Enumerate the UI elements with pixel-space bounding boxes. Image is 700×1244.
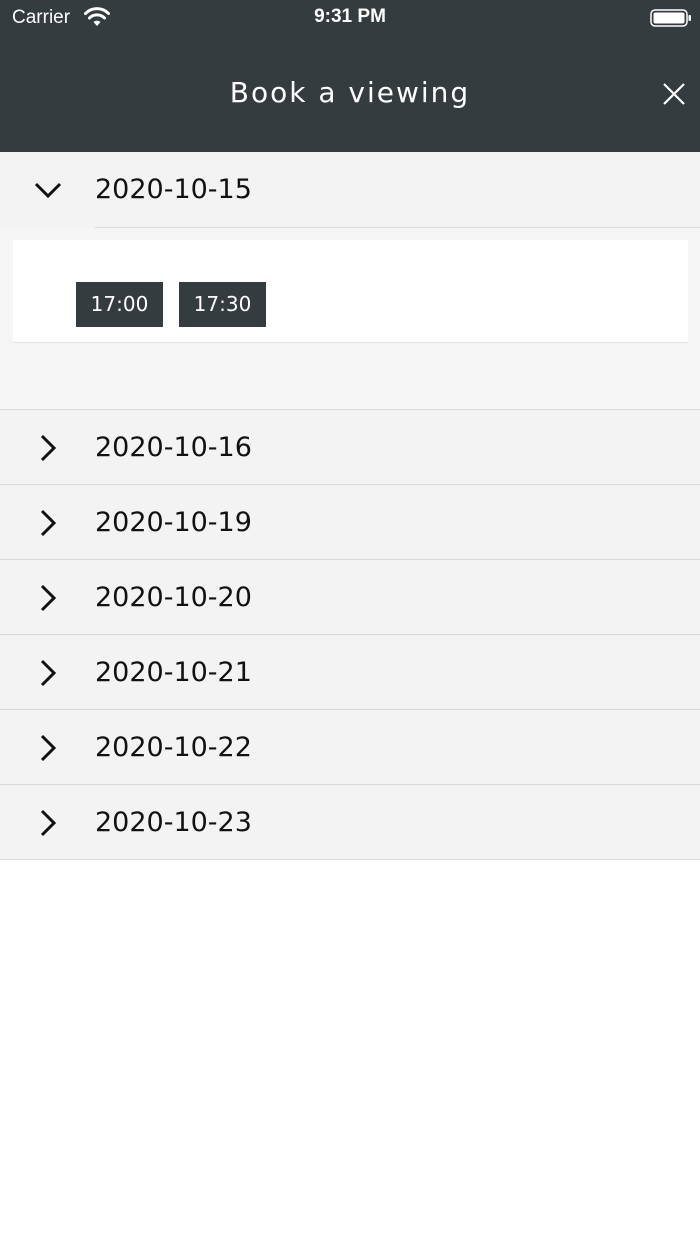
chevron-right-icon [40, 734, 57, 762]
close-icon[interactable] [660, 80, 688, 108]
time-slot-button[interactable]: 17:00 [76, 282, 163, 327]
date-label: 2020-10-19 [95, 507, 252, 538]
date-row-2020-10-22[interactable]: 2020-10-22 [0, 710, 700, 785]
clock: 9:31 PM [314, 6, 386, 27]
date-label: 2020-10-16 [95, 432, 252, 463]
battery-icon [650, 9, 691, 27]
chevron-right-icon [40, 434, 57, 462]
chevron-down-icon [34, 182, 62, 199]
chevron-right-icon [40, 809, 57, 837]
date-label: 2020-10-20 [95, 582, 252, 613]
date-label: 2020-10-15 [95, 174, 252, 205]
date-row-2020-10-21[interactable]: 2020-10-21 [0, 635, 700, 710]
date-row-2020-10-15[interactable]: 2020-10-15 [0, 152, 700, 228]
date-list: 2020-10-15 17:00 17:30 2020-10-16 2020-1… [0, 152, 700, 860]
date-row-2020-10-23[interactable]: 2020-10-23 [0, 785, 700, 860]
date-row-2020-10-16[interactable]: 2020-10-16 [0, 410, 700, 485]
page-title: Book a viewing [229, 76, 471, 109]
date-row-2020-10-19[interactable]: 2020-10-19 [0, 485, 700, 560]
chevron-right-icon [40, 584, 57, 612]
chevron-right-icon [40, 509, 57, 537]
date-label: 2020-10-21 [95, 657, 252, 688]
time-slot-button[interactable]: 17:30 [179, 282, 266, 327]
date-row-2020-10-20[interactable]: 2020-10-20 [0, 560, 700, 635]
status-bar: Carrier 9:31 PM [0, 0, 700, 36]
time-slot-panel: 17:00 17:30 [0, 228, 700, 410]
date-label: 2020-10-22 [95, 732, 252, 763]
date-label: 2020-10-23 [95, 807, 252, 838]
header: Carrier 9:31 PM Book a viewing [0, 0, 700, 152]
time-slot-card: 17:00 17:30 [13, 240, 688, 343]
chevron-right-icon [40, 659, 57, 687]
